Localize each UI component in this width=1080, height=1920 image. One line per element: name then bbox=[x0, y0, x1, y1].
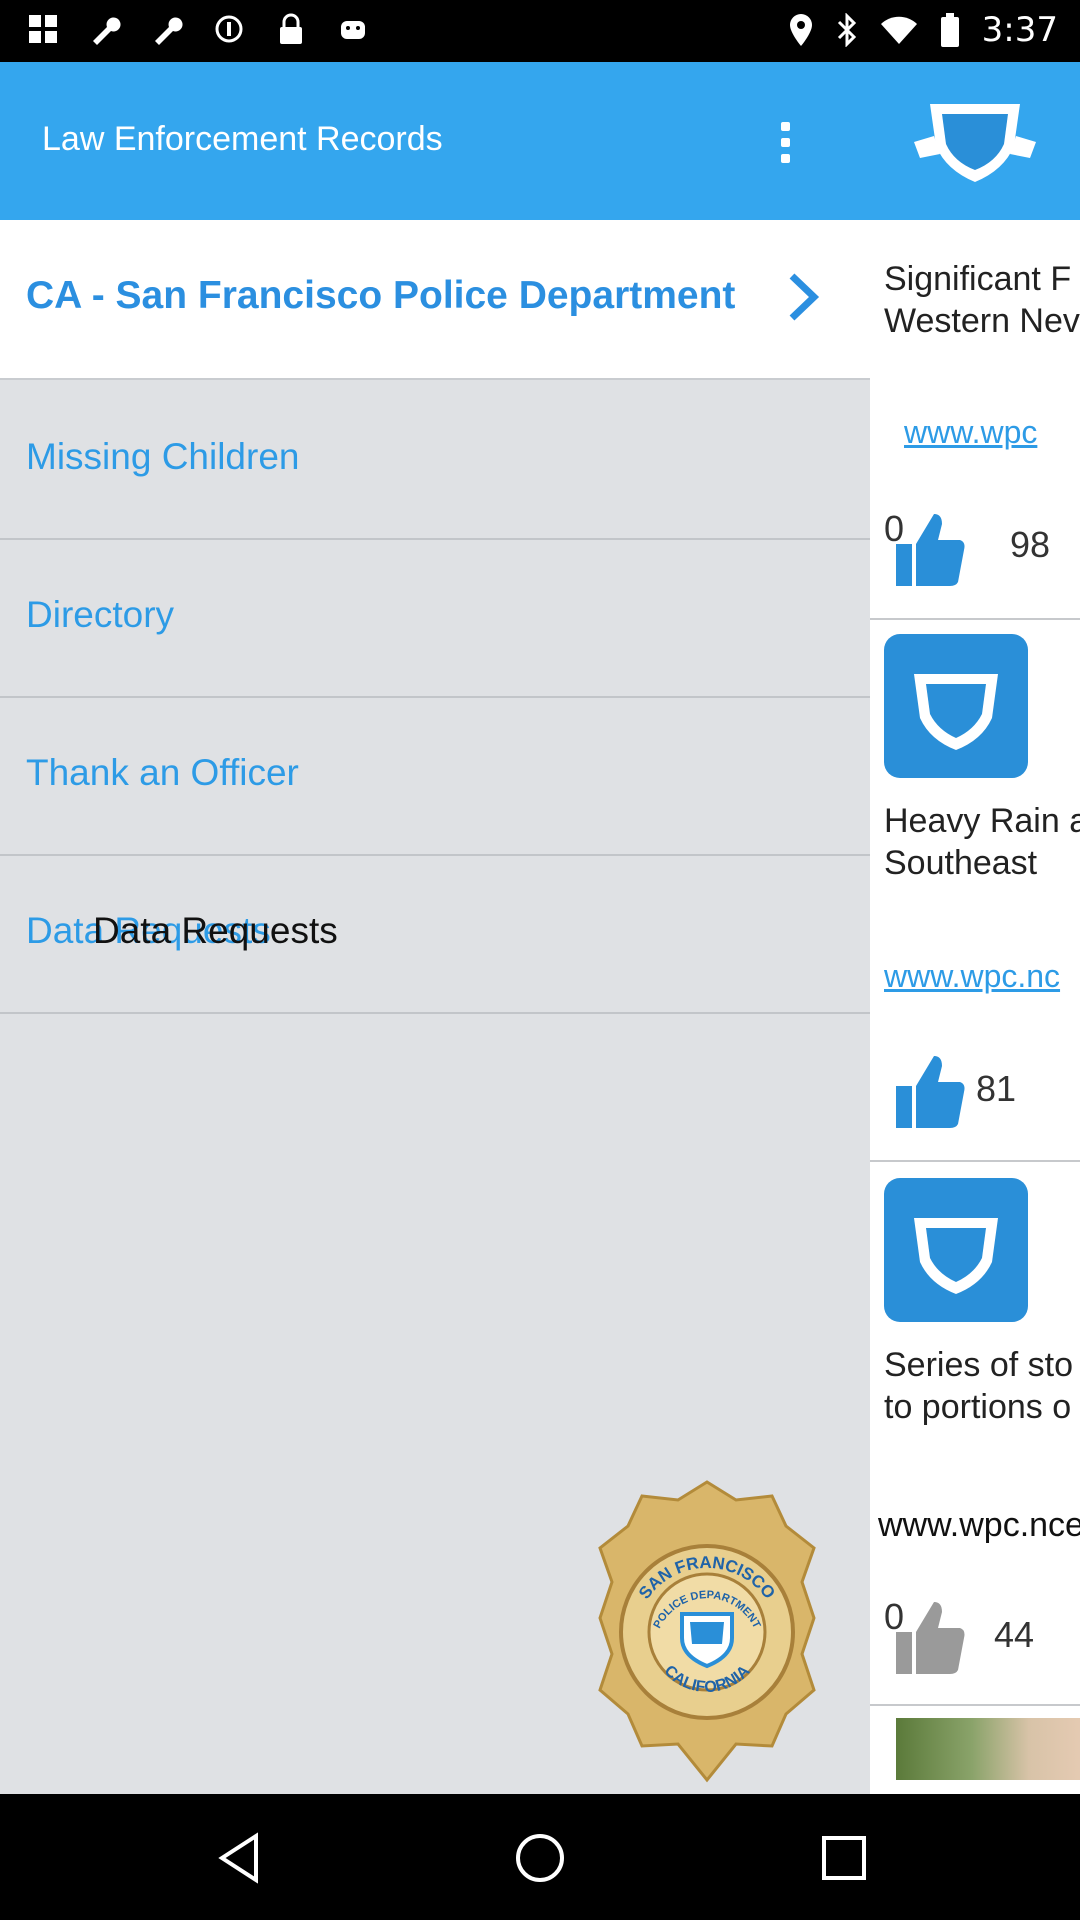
department-label: CA - San Francisco Police Department bbox=[26, 274, 736, 317]
battery-icon bbox=[940, 13, 959, 47]
feed-header bbox=[870, 62, 1080, 220]
bluetooth-icon bbox=[837, 13, 856, 47]
back-icon[interactable] bbox=[212, 1830, 268, 1886]
home-icon[interactable] bbox=[512, 1830, 568, 1886]
feed-card-title[interactable]: Series of sto to portions o bbox=[884, 1344, 1073, 1428]
card-app-icon bbox=[884, 634, 1028, 778]
clock: 3:37 bbox=[981, 10, 1058, 50]
status-bar: 3:37 bbox=[0, 0, 1080, 62]
department-selector[interactable]: CA - San Francisco Police Department bbox=[0, 220, 870, 380]
feed-card-title[interactable]: Heavy Rain a Southeast bbox=[884, 800, 1080, 884]
feed-card-link[interactable]: www.wpc.ncep bbox=[878, 1506, 1080, 1545]
menu-item-label: Missing Children bbox=[26, 436, 300, 477]
news-thumbnail-image[interactable] bbox=[896, 1718, 1080, 1780]
feed-card-link[interactable]: www.wpc.nc bbox=[884, 958, 1060, 995]
wrench-icon bbox=[88, 12, 122, 46]
android-icon bbox=[336, 12, 370, 46]
feed-divider bbox=[870, 618, 1080, 620]
thumbs-up-icon[interactable] bbox=[896, 1052, 966, 1130]
overlay-label: Data Requests bbox=[93, 910, 338, 951]
shield-logo-icon bbox=[914, 104, 1036, 182]
drawer-header: Law Enforcement Records bbox=[0, 62, 870, 220]
thumbs-up-icon[interactable] bbox=[896, 510, 966, 588]
lock-icon bbox=[274, 12, 308, 46]
chevron-right-icon bbox=[789, 273, 820, 321]
feed-card-count-right: 98 bbox=[1010, 524, 1051, 565]
menu-item-data-requests[interactable]: Data Requests Data Requests bbox=[0, 854, 870, 1014]
app-title: Law Enforcement Records bbox=[42, 120, 443, 158]
police-badge-logo: SAN FRANCISCO POLICE DEPARTMENT CALIFORN… bbox=[598, 1480, 816, 1783]
location-icon bbox=[789, 14, 812, 46]
menu-item-missing-children[interactable]: Missing Children bbox=[0, 380, 870, 540]
feed-card-count-right: 44 bbox=[994, 1614, 1035, 1655]
menu-item-thank-an-officer[interactable]: Thank an Officer bbox=[0, 696, 870, 856]
feed-card-title[interactable]: Significant F Western Nev bbox=[884, 258, 1080, 342]
wrench-icon bbox=[150, 12, 184, 46]
alarm-icon bbox=[212, 12, 246, 46]
wifi-icon bbox=[880, 16, 917, 44]
menu-item-directory[interactable]: Directory bbox=[0, 538, 870, 698]
card-app-icon bbox=[884, 1178, 1028, 1322]
feed-divider bbox=[870, 1160, 1080, 1162]
menu-item-label: Directory bbox=[26, 594, 175, 635]
grid-app-icon bbox=[26, 12, 60, 46]
menu-item-label: Thank an Officer bbox=[26, 752, 299, 793]
feed-card-link[interactable]: www.wpc bbox=[904, 414, 1037, 451]
overflow-menu-icon[interactable] bbox=[760, 112, 810, 172]
feed-divider bbox=[870, 1704, 1080, 1706]
thumbs-up-icon[interactable] bbox=[896, 1598, 966, 1676]
feed-card-count-right: 81 bbox=[976, 1068, 1017, 1109]
news-feed-panel: Significant F Western Nev www.wpc 0 98 He… bbox=[870, 62, 1080, 1794]
recents-icon[interactable] bbox=[816, 1830, 872, 1886]
system-navigation-bar bbox=[0, 1794, 1080, 1920]
